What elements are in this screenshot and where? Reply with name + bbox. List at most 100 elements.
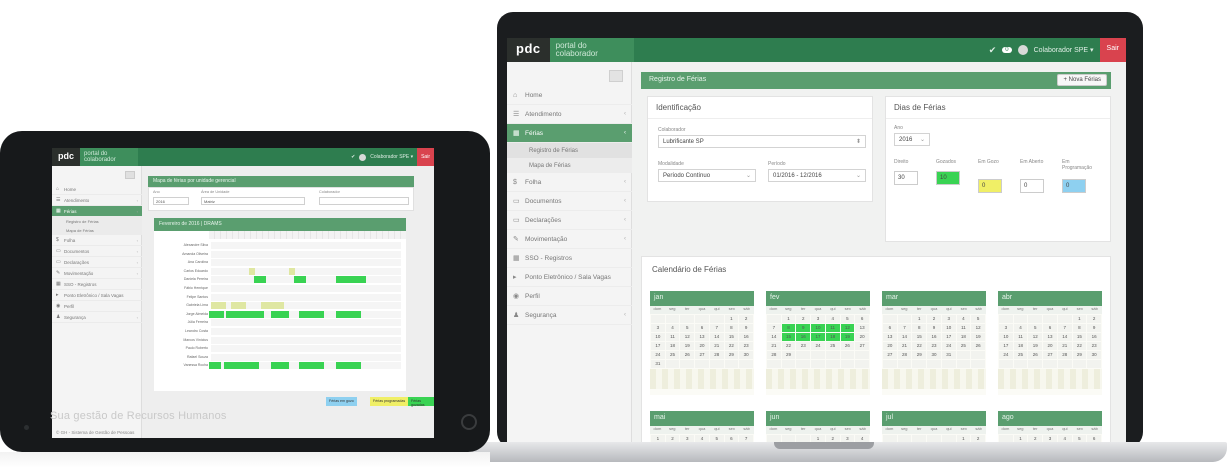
day-cell[interactable]: 6 bbox=[724, 435, 739, 442]
period-select[interactable]: 01/2016 - 12/2016 ⌄ bbox=[768, 169, 866, 182]
day-cell[interactable]: 1 bbox=[724, 315, 739, 323]
day-cell[interactable]: 10 bbox=[941, 324, 956, 332]
day-cell[interactable] bbox=[1072, 360, 1087, 368]
day-cell[interactable]: 13 bbox=[855, 324, 869, 332]
day-cell[interactable] bbox=[709, 315, 724, 323]
day-cell[interactable]: 13 bbox=[883, 333, 897, 341]
sidebar-subitem-registro-de-ferias[interactable]: Registro de Férias bbox=[507, 143, 632, 158]
day-cell[interactable]: 27 bbox=[1043, 351, 1057, 359]
day-cell[interactable]: 25 bbox=[665, 351, 680, 359]
day-cell[interactable]: 18 bbox=[956, 333, 971, 341]
day-cell[interactable]: 21 bbox=[767, 342, 781, 350]
day-cell[interactable]: 15 bbox=[781, 333, 796, 341]
user-menu[interactable]: Colaborador SPE ▾ bbox=[1034, 46, 1094, 54]
day-cell[interactable] bbox=[956, 360, 971, 368]
day-cell[interactable] bbox=[1043, 360, 1057, 368]
day-cell[interactable] bbox=[883, 315, 897, 323]
collaborator-field[interactable]: Lubrificante SP ⬍ bbox=[658, 135, 866, 148]
day-cell[interactable] bbox=[811, 360, 825, 368]
day-cell[interactable] bbox=[912, 435, 927, 442]
day-cell[interactable]: 29 bbox=[781, 351, 796, 359]
collaborator-field[interactable] bbox=[319, 197, 409, 205]
sidebar-item-declaracoes[interactable]: ▭ Declarações ‹ bbox=[52, 257, 142, 268]
day-cell[interactable]: 5 bbox=[709, 435, 724, 442]
day-cell[interactable]: 12 bbox=[840, 324, 855, 332]
notification-badge[interactable]: 0 bbox=[1002, 47, 1012, 53]
sidebar-item-sso-registros[interactable]: ▦ SSO - Registros bbox=[52, 279, 142, 290]
day-cell[interactable] bbox=[739, 360, 753, 368]
day-cell[interactable]: 2 bbox=[1087, 315, 1101, 323]
day-cell[interactable] bbox=[1028, 315, 1043, 323]
day-cell[interactable]: 8 bbox=[781, 324, 796, 332]
day-cell[interactable]: 31 bbox=[651, 360, 665, 368]
day-cell[interactable]: 1 bbox=[956, 435, 971, 442]
day-cell[interactable]: 6 bbox=[1043, 324, 1057, 332]
day-cell[interactable] bbox=[767, 315, 781, 323]
user-menu[interactable]: Colaborador SPE ▾ bbox=[370, 154, 413, 160]
day-cell[interactable]: 1 bbox=[1013, 435, 1028, 442]
day-cell[interactable]: 7 bbox=[767, 324, 781, 332]
day-cell[interactable]: 25 bbox=[956, 342, 971, 350]
vacation-block[interactable] bbox=[253, 276, 266, 284]
sidebar-subitem-mapa-de-ferias[interactable]: Mapa de Férias bbox=[52, 226, 142, 235]
sidebar-item-folha[interactable]: $ Folha ‹ bbox=[52, 235, 142, 246]
sidebar-item-movimentacao[interactable]: ✎ Movimentação ‹ bbox=[52, 268, 142, 279]
day-cell[interactable] bbox=[1057, 315, 1072, 323]
day-cell[interactable]: 11 bbox=[665, 333, 680, 341]
day-cell[interactable]: 12 bbox=[680, 333, 695, 341]
day-cell[interactable]: 25 bbox=[1013, 351, 1028, 359]
sidebar-item-ponto-eletronico-sala-vagas[interactable]: ▸ Ponto Eletrônico / Sala Vagas bbox=[52, 290, 142, 301]
vacation-block[interactable] bbox=[226, 310, 264, 318]
em-gozo-counter[interactable]: 0 bbox=[978, 179, 1002, 193]
modality-select[interactable]: Período Contínuo ⌄ bbox=[658, 169, 756, 182]
sidebar-item-perfil[interactable]: ◉ Perfil bbox=[507, 287, 632, 306]
day-cell[interactable] bbox=[971, 360, 985, 368]
day-cell[interactable]: 18 bbox=[1013, 342, 1028, 350]
vacation-block[interactable] bbox=[298, 310, 324, 318]
day-cell[interactable]: 11 bbox=[956, 324, 971, 332]
year-select[interactable]: 2016 bbox=[153, 197, 189, 205]
day-cell[interactable]: 17 bbox=[999, 342, 1013, 350]
day-cell[interactable]: 15 bbox=[724, 333, 739, 341]
day-cell[interactable]: 10 bbox=[999, 333, 1013, 341]
vacation-block[interactable] bbox=[298, 362, 324, 370]
day-cell[interactable] bbox=[912, 360, 927, 368]
day-cell[interactable]: 3 bbox=[651, 324, 665, 332]
day-cell[interactable]: 3 bbox=[680, 435, 695, 442]
day-cell[interactable] bbox=[767, 360, 781, 368]
vacation-block[interactable] bbox=[211, 302, 226, 310]
day-cell[interactable] bbox=[811, 351, 825, 359]
day-cell[interactable]: 30 bbox=[927, 351, 941, 359]
logout-button[interactable]: Sair bbox=[417, 148, 434, 166]
unit-field[interactable]: Matriz bbox=[201, 197, 305, 205]
day-cell[interactable] bbox=[781, 435, 796, 442]
day-cell[interactable] bbox=[1057, 360, 1072, 368]
day-cell[interactable]: 12 bbox=[971, 324, 985, 332]
day-cell[interactable]: 26 bbox=[971, 342, 985, 350]
sidebar-item-declaracoes[interactable]: ▭ Declarações ‹ bbox=[507, 211, 632, 230]
vacation-block[interactable] bbox=[336, 362, 361, 370]
day-cell[interactable]: 29 bbox=[724, 351, 739, 359]
day-cell[interactable]: 2 bbox=[927, 315, 941, 323]
day-cell[interactable]: 3 bbox=[1043, 435, 1057, 442]
direito-counter[interactable]: 30 bbox=[894, 171, 918, 185]
day-cell[interactable]: 16 bbox=[927, 333, 941, 341]
add-vacation-button[interactable]: + Nova Férias bbox=[1057, 74, 1107, 86]
sidebar-item-sso-registros[interactable]: ▦ SSO - Registros bbox=[507, 249, 632, 268]
em-programacao-counter[interactable]: 0 bbox=[1062, 179, 1086, 193]
day-cell[interactable]: 26 bbox=[680, 351, 695, 359]
sidebar-item-ponto-eletronico-sala-vagas[interactable]: ▸ Ponto Eletrônico / Sala Vagas bbox=[507, 268, 632, 287]
sidebar-subitem-mapa-de-ferias[interactable]: Mapa de Férias bbox=[507, 158, 632, 173]
sidebar-item-movimentacao[interactable]: ✎ Movimentação ‹ bbox=[507, 230, 632, 249]
day-cell[interactable] bbox=[665, 315, 680, 323]
day-cell[interactable] bbox=[840, 351, 855, 359]
day-cell[interactable] bbox=[724, 360, 739, 368]
sidebar-item-atendimento[interactable]: ☰ Atendimento ‹ bbox=[52, 195, 142, 206]
day-cell[interactable]: 1 bbox=[811, 435, 825, 442]
day-cell[interactable] bbox=[971, 351, 985, 359]
day-cell[interactable]: 5 bbox=[1028, 324, 1043, 332]
day-cell[interactable]: 17 bbox=[941, 333, 956, 341]
day-cell[interactable]: 12 bbox=[1028, 333, 1043, 341]
check-icon[interactable]: ✔ bbox=[351, 154, 355, 160]
day-cell[interactable]: 22 bbox=[781, 342, 796, 350]
